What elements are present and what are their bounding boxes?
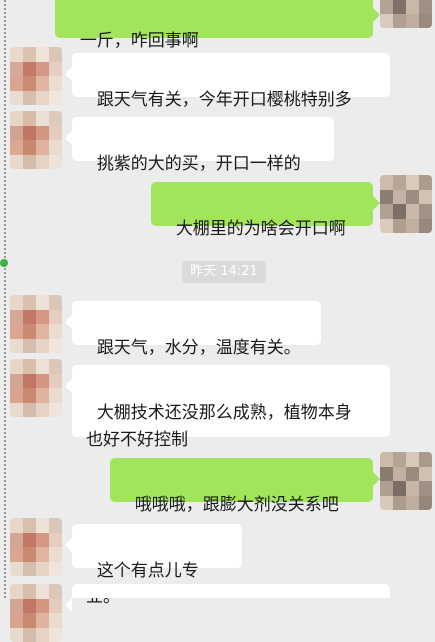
message-bubble-outgoing[interactable]: 哦哦哦，跟膨大剂没关系吧 (110, 458, 380, 515)
message-bubble-incoming[interactable]: 这个有点儿专业。 (65, 524, 242, 607)
window-edge-line (4, 0, 6, 598)
chat-timestamp: 昨天 14:21 (182, 261, 266, 283)
message-bubble-incoming[interactable] (65, 584, 390, 612)
message-bubble-outgoing[interactable]: 大棚里的为啥会开口啊 (151, 182, 380, 239)
edge-indicator-dot (0, 259, 8, 267)
message-text: 一斤，咋回事啊 (79, 31, 199, 51)
message-bubble-incoming[interactable]: 挑紫的大的买，开口一样的 (65, 117, 334, 174)
message-text: 大棚技术还没那么成熟，植物本身 也好不好控制 (86, 403, 352, 450)
message-text: 哦哦哦，跟膨大剂没关系吧 (134, 495, 339, 515)
user-avatar-self[interactable] (380, 452, 432, 510)
contact-avatar[interactable] (10, 295, 62, 353)
message-text: 跟天气，水分，温度有关。 (96, 338, 301, 358)
contact-avatar[interactable] (10, 359, 62, 417)
user-avatar-self[interactable] (380, 175, 432, 233)
message-bubble-incoming[interactable]: 跟天气，水分，温度有关。 (65, 301, 321, 358)
message-bubble-outgoing[interactable]: 一斤，咋回事啊 (55, 0, 380, 51)
contact-avatar[interactable] (10, 111, 62, 169)
contact-avatar[interactable] (10, 584, 62, 642)
message-text: 大棚里的为啥会开口啊 (175, 219, 346, 239)
message-text: 挑紫的大的买，开口一样的 (96, 154, 301, 174)
contact-avatar[interactable] (10, 47, 62, 105)
message-bubble-incoming[interactable]: 大棚技术还没那么成熟，植物本身 也好不好控制 (65, 365, 390, 450)
message-bubble-incoming[interactable]: 跟天气有关，今年开口樱桃特别多 (65, 53, 390, 110)
contact-avatar[interactable] (10, 518, 62, 576)
message-text: 跟天气有关，今年开口樱桃特别多 (96, 90, 352, 110)
user-avatar-self[interactable] (380, 0, 432, 28)
